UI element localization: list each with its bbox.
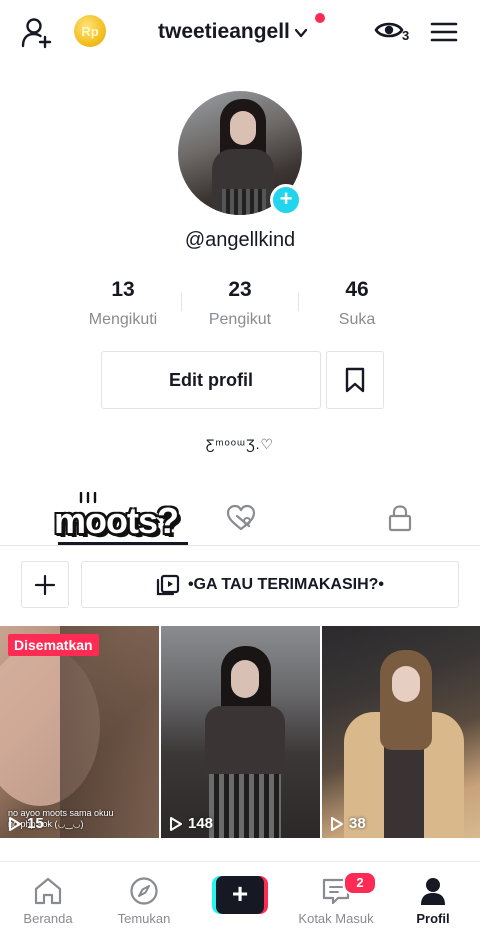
stat-following[interactable]: 13 Mengikuti — [63, 278, 183, 329]
inbox-badge: 2 — [343, 871, 377, 895]
compass-icon — [130, 877, 158, 905]
add-playlist-button[interactable] — [21, 561, 69, 608]
nav-inbox-label: Kotak Masuk — [298, 911, 374, 926]
thumbnail-image — [392, 666, 420, 702]
account-switcher[interactable]: tweetieangell — [158, 17, 309, 47]
plus-icon: + — [216, 876, 264, 914]
coin-label: Rp — [81, 23, 99, 39]
plus-icon — [34, 574, 56, 595]
profile-bio: ƸᵐᵒᵒᵚƷ.♡ — [205, 436, 275, 452]
thumbnail-image — [60, 626, 159, 838]
play-icon — [331, 816, 343, 831]
view-count-value: 148 — [188, 815, 214, 832]
profile-views-button[interactable]: 3 — [374, 18, 414, 48]
avatar-skirt — [222, 189, 266, 215]
tab-videos[interactable]: moots? — [54, 500, 179, 542]
top-bar: Rp tweetieangell 3 — [0, 0, 480, 64]
profile-icon — [421, 878, 445, 905]
create-button[interactable]: + — [212, 876, 268, 914]
nav-profile[interactable]: Profil — [393, 876, 473, 926]
playlist-label: •GA TAU TERIMAKASIH?• — [187, 575, 385, 593]
stat-following-value: 13 — [111, 278, 135, 301]
tab-indicator — [58, 542, 188, 545]
play-icon — [170, 816, 182, 831]
stat-followers-value: 23 — [228, 278, 252, 301]
menu-icon[interactable] — [430, 20, 458, 44]
profile-handle: @angellkind — [184, 229, 296, 251]
view-count-value: 15 — [27, 815, 44, 832]
bottom-nav: Beranda Temukan + 2 Kotak Masuk Profil — [0, 861, 480, 932]
notification-dot — [315, 13, 325, 23]
nav-home[interactable]: Beranda — [8, 876, 88, 926]
avatar-face — [230, 111, 256, 145]
stat-followers[interactable]: 23 Pengikut — [180, 278, 300, 329]
coin-icon[interactable]: Rp — [74, 15, 106, 47]
view-count-value: 38 — [349, 815, 366, 832]
eye-icon — [374, 22, 404, 38]
video-thumbnail[interactable]: Disematkan no ayoo moots sama okuu no ph… — [0, 626, 159, 838]
thumbnail-image — [209, 774, 281, 838]
view-count: 38 — [330, 815, 366, 832]
nav-discover[interactable]: Temukan — [104, 876, 184, 926]
nav-inbox[interactable]: 2 Kotak Masuk — [296, 871, 377, 926]
chevron-down-icon — [294, 28, 307, 38]
stat-likes-label: Suka — [338, 311, 376, 328]
add-avatar-button[interactable]: + — [270, 184, 302, 216]
username: tweetieangell — [158, 20, 290, 43]
play-icon — [9, 816, 21, 831]
nav-home-label: Beranda — [23, 911, 73, 926]
add-user-icon[interactable] — [20, 16, 54, 50]
thumbnail-image — [205, 706, 285, 776]
favorites-button[interactable] — [326, 351, 384, 409]
edit-profile-button[interactable]: Edit profil — [101, 351, 321, 409]
thumbnail-image — [231, 660, 259, 698]
sticker-ticks — [79, 492, 97, 504]
stat-likes-value: 46 — [345, 278, 369, 301]
playlist-button[interactable]: •GA TAU TERIMAKASIH?• — [81, 561, 459, 608]
nav-discover-label: Temukan — [117, 911, 171, 926]
lock-icon[interactable] — [386, 504, 414, 532]
liked-hidden-icon[interactable] — [226, 504, 256, 532]
home-icon — [34, 877, 62, 905]
video-thumbnail[interactable]: 148 — [161, 626, 320, 838]
bookmark-icon — [345, 367, 365, 393]
view-count: 15 — [8, 815, 44, 832]
stat-following-label: Mengikuti — [88, 311, 158, 328]
video-thumbnail[interactable]: 38 — [322, 626, 480, 838]
profile-views-count: 3 — [402, 28, 410, 43]
nav-profile-label: Profil — [416, 911, 450, 926]
stat-likes[interactable]: 46 Suka — [297, 278, 417, 329]
view-count: 148 — [169, 815, 213, 832]
stat-followers-label: Pengikut — [208, 311, 272, 328]
pinned-badge: Disematkan — [8, 634, 99, 656]
playlist-icon — [156, 574, 180, 595]
